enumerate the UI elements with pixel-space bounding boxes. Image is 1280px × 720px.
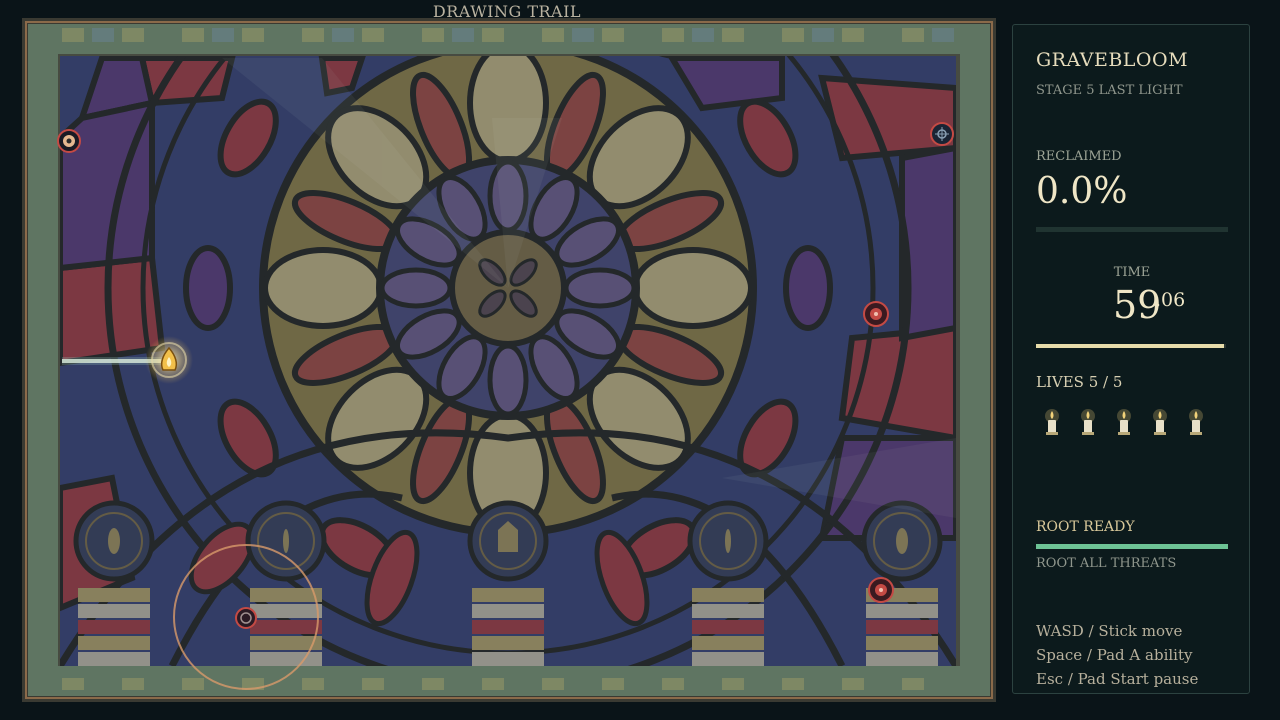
time-bar-fill bbox=[1036, 344, 1225, 348]
enemy-thorn-wisp-icon bbox=[863, 301, 889, 327]
hud-panel: GRAVEBLOOM STAGE 5 LAST LIGHT RECLAIMED … bbox=[1012, 24, 1250, 694]
candle-icon bbox=[1114, 409, 1134, 437]
player-flame-spirit-icon bbox=[145, 336, 193, 384]
reclaimed-progress-bar bbox=[1036, 227, 1228, 232]
ability-charge-bar bbox=[1036, 544, 1228, 549]
enemy-thorn-wisp-icon bbox=[57, 129, 81, 153]
stage-subtitle: STAGE 5 LAST LIGHT bbox=[1036, 83, 1183, 98]
reclaimed-label: RECLAIMED bbox=[1036, 149, 1122, 164]
control-hint-move: WASD / Stick move bbox=[1036, 622, 1183, 640]
control-hint-ability: Space / Pad A ability bbox=[1036, 646, 1193, 664]
ability-description: ROOT ALL THREATS bbox=[1036, 556, 1177, 571]
reclaimed-value: 0.0% bbox=[1036, 171, 1128, 212]
candle-icon bbox=[1078, 409, 1098, 437]
lives-candles bbox=[1042, 409, 1206, 437]
time-label: TIME bbox=[1113, 265, 1151, 280]
ability-status: ROOT READY bbox=[1036, 519, 1135, 535]
candle-icon bbox=[1042, 409, 1062, 437]
candle-icon bbox=[1150, 409, 1170, 437]
enemy-thorn-wisp-icon bbox=[930, 122, 954, 146]
playfield[interactable] bbox=[22, 18, 996, 702]
lives-label: LIVES 5 / 5 bbox=[1036, 373, 1123, 391]
time-hundredths: .06 bbox=[1155, 289, 1186, 311]
time-bar bbox=[1036, 344, 1226, 348]
candle-icon bbox=[1186, 409, 1206, 437]
ability-charge-fill bbox=[1036, 544, 1228, 549]
control-hint-pause: Esc / Pad Start pause bbox=[1036, 670, 1199, 688]
game-title: GRAVEBLOOM bbox=[1036, 49, 1189, 71]
enemy-thorn-wisp-icon bbox=[235, 607, 257, 629]
enemy-thorn-wisp-icon bbox=[868, 577, 894, 603]
